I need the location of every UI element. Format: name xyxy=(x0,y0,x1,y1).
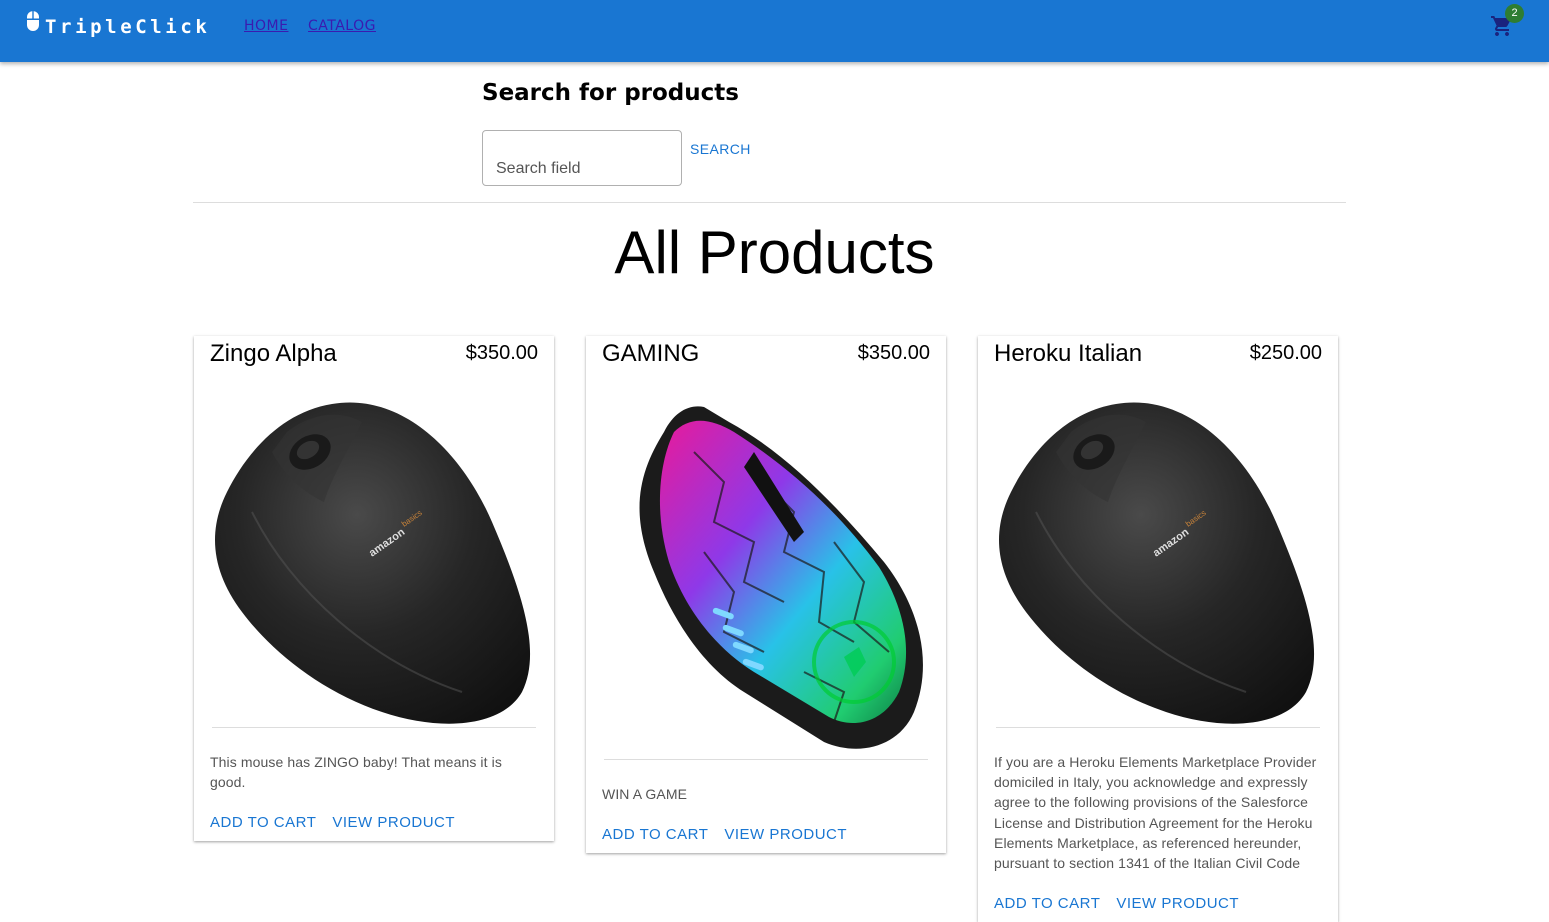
brand-name: TripleClick xyxy=(45,16,211,38)
card-actions: ADD TO CART VIEW PRODUCT xyxy=(194,792,554,841)
divider xyxy=(193,202,1346,203)
product-card-header: GAMING $350.00 xyxy=(586,336,946,392)
product-price: $350.00 xyxy=(465,342,538,364)
page-title: All Products xyxy=(614,219,935,286)
search-button[interactable]: SEARCH xyxy=(690,141,751,157)
product-name: Heroku Italian xyxy=(994,340,1143,367)
view-product-button[interactable]: VIEW PRODUCT xyxy=(724,826,847,843)
product-price: $350.00 xyxy=(857,342,930,364)
black-mouse-image: amazon basics xyxy=(999,402,1315,724)
search-input[interactable] xyxy=(482,130,682,186)
add-to-cart-button[interactable]: ADD TO CART xyxy=(210,814,316,831)
search-heading: Search for products xyxy=(482,80,739,106)
app-bar: TripleClick HOME CATALOG 2 xyxy=(0,0,1549,62)
product-card: Zingo Alpha $350.00 amazon basics This m… xyxy=(194,336,554,842)
mouse-icon xyxy=(27,11,39,31)
brand-logo[interactable]: TripleClick xyxy=(25,10,210,38)
nav-catalog-link[interactable]: CATALOG xyxy=(308,18,376,34)
cart-count-badge: 2 xyxy=(1505,4,1524,23)
card-actions: ADD TO CART VIEW PRODUCT xyxy=(586,804,946,853)
product-description: WIN A GAME xyxy=(602,786,688,802)
add-to-cart-button[interactable]: ADD TO CART xyxy=(602,826,708,843)
view-product-button[interactable]: VIEW PRODUCT xyxy=(332,814,455,831)
product-image[interactable]: amazon basics xyxy=(212,392,536,727)
product-card: Heroku Italian $250.00 amazon basics If … xyxy=(978,336,1338,922)
product-name: Zingo Alpha xyxy=(210,340,337,367)
product-image[interactable]: amazon basics xyxy=(996,392,1320,727)
product-card: GAMING $350.00 WIN A GAME ADD TO CART VI… xyxy=(586,336,946,854)
nav-home-link[interactable]: HOME xyxy=(244,18,288,34)
product-name: GAMING xyxy=(602,340,700,367)
black-mouse-image: amazon basics xyxy=(215,402,531,724)
product-card-header: Zingo Alpha $350.00 xyxy=(194,336,554,392)
product-description: If you are a Heroku Elements Marketplace… xyxy=(994,754,1317,872)
product-image[interactable] xyxy=(604,392,928,759)
product-card-header: Heroku Italian $250.00 xyxy=(978,336,1338,392)
gaming-mouse-image xyxy=(639,406,923,749)
product-price: $250.00 xyxy=(1249,342,1322,364)
product-description: This mouse has ZINGO baby! That means it… xyxy=(210,754,502,791)
